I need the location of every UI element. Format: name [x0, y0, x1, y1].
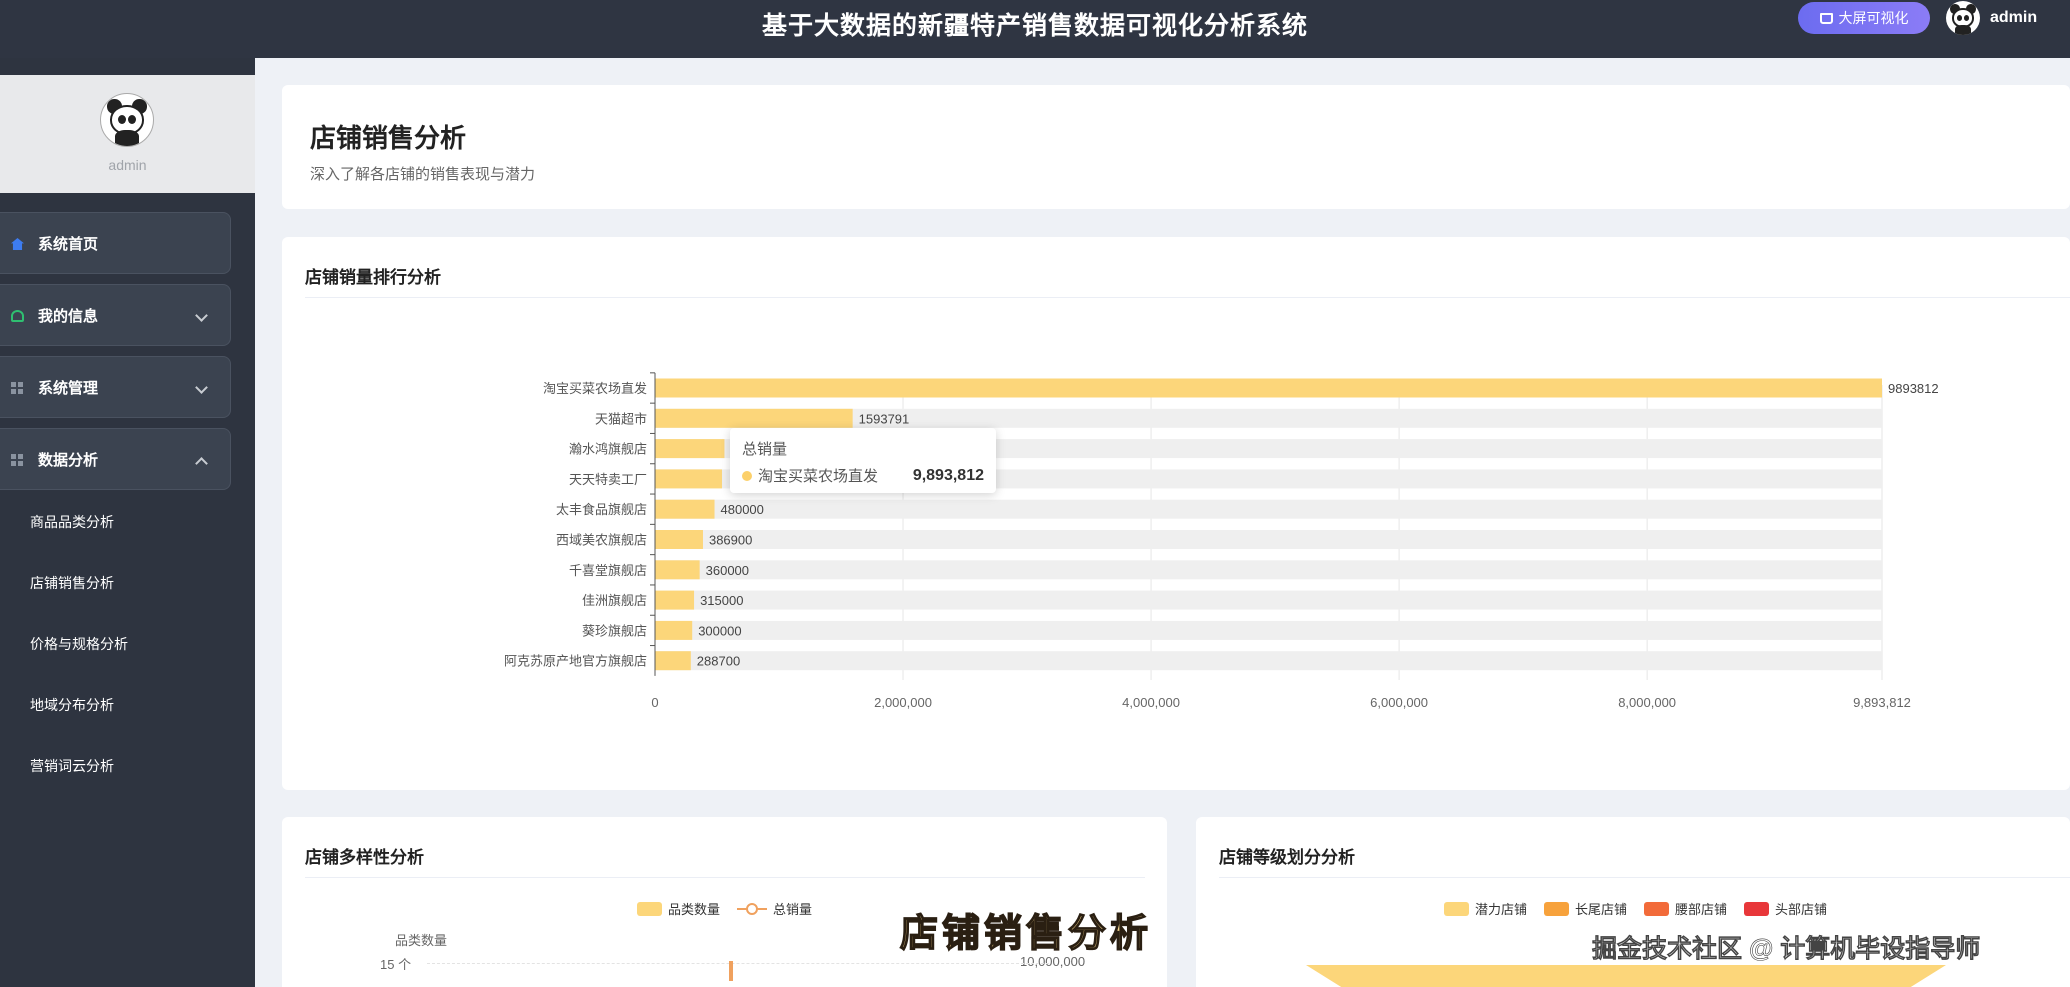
legend-item[interactable]: 头部店铺	[1744, 899, 1827, 918]
sidebar-item-label: 我的信息	[38, 307, 99, 325]
tooltip-marker	[742, 470, 752, 481]
page-header-card: 店铺销售分析 深入了解各店铺的销售表现与潜力	[282, 85, 2070, 209]
cart-icon	[1819, 12, 1833, 24]
legend-label: 总销量	[773, 902, 813, 917]
profile-name: admin	[108, 157, 147, 173]
legend-swatch	[637, 901, 662, 916]
user-icon	[11, 310, 24, 322]
sidebar-item-my-info[interactable]: 我的信息	[0, 284, 231, 346]
tooltip-title: 总销量	[742, 441, 788, 458]
sidebar: admin 系统首页 我的信息 系统管理 数据分析 商品品类分析 店铺销售分析 …	[0, 58, 255, 987]
legend-swatch	[1744, 901, 1769, 916]
tooltip-name: 淘宝买菜农场直发	[758, 468, 879, 485]
submenu-price-spec-analysis[interactable]: 价格与规格分析	[30, 634, 128, 654]
sidebar-item-system-management[interactable]: 系统管理	[0, 356, 231, 418]
tooltip-value: 9,893,812	[912, 466, 984, 484]
chevron-down-icon	[195, 381, 208, 394]
shop-rank-card: 店铺销量排行分析	[282, 237, 2070, 790]
watermark: 掘金技术社区 @ 计算机毕设指导师	[1592, 928, 1981, 965]
y-axis-name: 品类数量	[395, 933, 448, 948]
legend-label: 长尾店铺	[1575, 902, 1628, 917]
chevron-up-icon	[195, 457, 208, 470]
sidebar-item-label: 数据分析	[38, 451, 99, 469]
legend-item[interactable]: 总销量	[737, 899, 812, 918]
legend-label: 品类数量	[668, 902, 721, 917]
legend-item[interactable]: 长尾店铺	[1544, 899, 1627, 918]
user-menu[interactable]: admin	[1946, 0, 2037, 36]
grid-icon	[11, 454, 24, 466]
submenu-shop-sales-analysis[interactable]: 店铺销售分析	[30, 573, 114, 593]
card-title: 店铺等级划分分析	[1219, 848, 1355, 867]
legend-label: 头部店铺	[1775, 902, 1828, 917]
submenu-region-analysis[interactable]: 地域分布分析	[30, 695, 114, 715]
card-title: 店铺销量排行分析	[305, 268, 441, 287]
legend-item[interactable]: 潜力店铺	[1444, 899, 1527, 918]
avatar	[1946, 1, 1980, 35]
legend-swatch	[1544, 901, 1569, 916]
card-title: 店铺多样性分析	[305, 848, 424, 867]
funnel-segment	[1306, 965, 1946, 987]
video-caption: 店铺销售分析	[899, 909, 1153, 956]
legend-label: 潜力店铺	[1475, 902, 1528, 917]
sidebar-item-label: 系统首页	[38, 235, 99, 253]
y-axis-tick: 15 个	[380, 957, 412, 972]
username-label: admin	[1990, 9, 2038, 26]
divider	[1219, 877, 2070, 878]
bigscreen-button[interactable]: 大屏可视化	[1798, 2, 1930, 34]
chevron-down-icon	[195, 309, 208, 322]
home-icon	[11, 238, 24, 250]
chart-tooltip: 总销量 淘宝买菜农场直发 9,893,812	[730, 428, 996, 493]
watermark-text: 掘金技术社区 @ 计算机毕设指导师	[1592, 935, 1981, 964]
divider	[305, 297, 2070, 298]
legend-item[interactable]: 腰部店铺	[1644, 899, 1727, 918]
page-title: 店铺销售分析	[310, 123, 467, 153]
profile-avatar	[100, 93, 154, 147]
profile-panel: admin	[0, 75, 255, 193]
top-header: 基于大数据的新疆特产销售数据可视化分析系统 大屏可视化 admin	[0, 0, 2070, 58]
legend-line-swatch	[737, 902, 767, 916]
grid-icon	[11, 382, 24, 394]
legend-swatch	[1444, 901, 1469, 916]
divider	[305, 877, 1145, 878]
legend-label: 腰部店铺	[1675, 902, 1728, 917]
submenu-wordcloud-analysis[interactable]: 营销词云分析	[30, 756, 114, 776]
page-subtitle: 深入了解各店铺的销售表现与潜力	[310, 166, 536, 183]
bigscreen-label: 大屏可视化	[1838, 10, 1909, 26]
legend-swatch	[1644, 901, 1669, 916]
sidebar-item-data-analysis[interactable]: 数据分析	[0, 428, 231, 490]
sidebar-item-label: 系统管理	[38, 379, 99, 397]
line-point	[729, 961, 733, 981]
submenu-category-analysis[interactable]: 商品品类分析	[30, 512, 114, 532]
legend-item[interactable]: 品类数量	[637, 899, 720, 918]
grid-line	[427, 963, 1049, 964]
sidebar-item-home[interactable]: 系统首页	[0, 212, 231, 274]
app-title: 基于大数据的新疆特产销售数据可视化分析系统	[761, 12, 1308, 40]
